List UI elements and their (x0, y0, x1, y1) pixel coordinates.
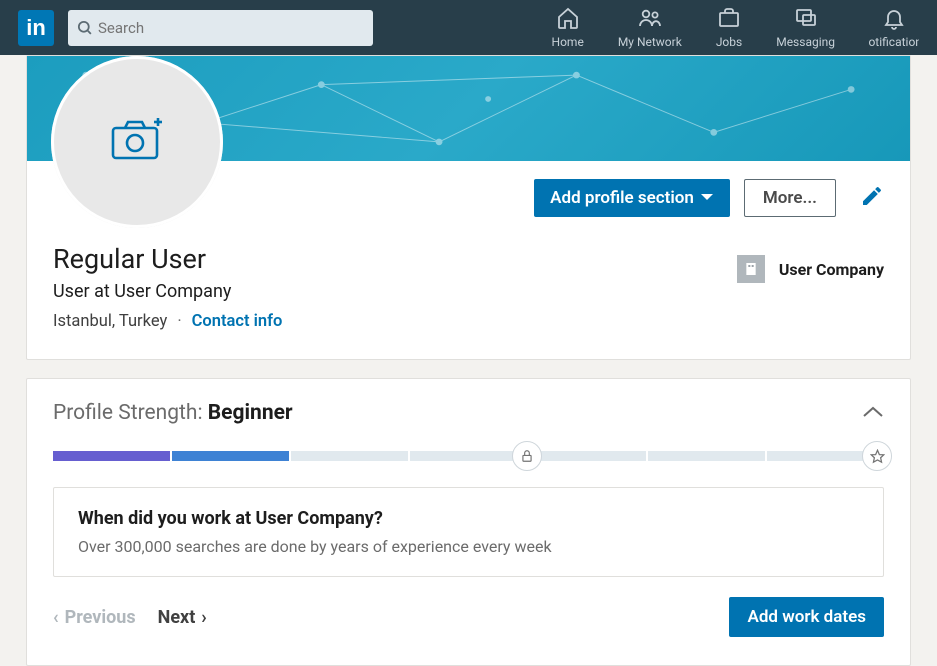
company-icon (737, 255, 765, 283)
profile-card: Add profile section More... User Company… (26, 55, 911, 360)
pencil-icon (860, 184, 884, 208)
more-button[interactable]: More... (744, 179, 836, 217)
profile-body: Add profile section More... User Company… (27, 161, 910, 359)
prompt-subtext: Over 300,000 searches are done by years … (78, 537, 859, 556)
nav-item-network[interactable]: My Network (618, 6, 682, 49)
strength-meter (53, 451, 884, 461)
next-label: Next (158, 607, 196, 628)
profile-headline: User at User Company (53, 281, 884, 302)
chevron-up-icon (862, 405, 884, 419)
lock-icon (520, 449, 534, 463)
meter-segment (648, 451, 765, 461)
lock-milestone (512, 441, 542, 471)
star-icon (870, 449, 885, 464)
network-icon (638, 6, 662, 33)
meter-segment (291, 451, 408, 461)
nav-item-home[interactable]: Home (552, 6, 584, 49)
top-nav: in Home My Network Jobs Messaging Notifi… (0, 0, 937, 55)
profile-strength-card: Profile Strength: Beginner When did you … (26, 378, 911, 666)
strength-level: Beginner (208, 401, 293, 425)
nav-label: Jobs (716, 35, 742, 49)
avatar-placeholder[interactable] (51, 56, 223, 228)
nav-item-jobs[interactable]: Jobs (716, 6, 742, 49)
bell-icon (882, 6, 906, 33)
home-icon (556, 6, 580, 33)
chevron-left-icon: ‹ (53, 607, 59, 628)
company-name: User Company (779, 260, 884, 279)
nav-item-notifications[interactable]: Notifications (869, 6, 919, 49)
prompt-question: When did you work at User Company? (78, 508, 859, 529)
jobs-icon (717, 6, 741, 33)
strength-title: Profile Strength: Beginner (53, 401, 293, 425)
caret-down-icon (700, 188, 714, 208)
button-label: Add work dates (747, 607, 866, 627)
contact-info-link[interactable]: Contact info (192, 312, 283, 331)
collapse-button[interactable] (862, 404, 884, 423)
strength-footer: ‹ Previous Next › Add work dates (53, 597, 884, 637)
strength-header: Profile Strength: Beginner (53, 401, 884, 425)
profile-location: Istanbul, Turkey (53, 312, 167, 331)
previous-button: ‹ Previous (53, 607, 136, 628)
location-row: Istanbul, Turkey · Contact info (53, 312, 884, 331)
nav-label: Home (552, 35, 584, 49)
messaging-icon (794, 6, 818, 33)
strength-prefix: Profile Strength: (53, 401, 208, 425)
search-input[interactable] (98, 19, 363, 37)
logo-text: in (26, 15, 46, 41)
meter-segment (172, 451, 289, 461)
strength-prompt: When did you work at User Company? Over … (53, 487, 884, 577)
meter-segment (410, 451, 527, 461)
star-milestone (862, 441, 892, 471)
nav-label: My Network (618, 35, 682, 49)
prev-label: Previous (65, 607, 136, 628)
strength-nav: ‹ Previous Next › (53, 607, 207, 628)
chevron-right-icon: › (201, 607, 206, 628)
button-label: More... (763, 188, 817, 208)
search-box[interactable] (68, 10, 373, 46)
nav-label: Messaging (776, 35, 835, 49)
separator-dot: · (177, 312, 181, 331)
nav-item-messaging[interactable]: Messaging (776, 6, 835, 49)
add-work-dates-button[interactable]: Add work dates (729, 597, 884, 637)
nav-label: Notifications (869, 35, 919, 49)
company-snapshot[interactable]: User Company (737, 255, 884, 283)
camera-icon (110, 118, 164, 166)
button-label: Add profile section (550, 188, 694, 208)
linkedin-logo[interactable]: in (18, 10, 54, 46)
meter-segment (529, 451, 646, 461)
add-profile-section-button[interactable]: Add profile section (534, 179, 730, 217)
next-button[interactable]: Next › (158, 607, 207, 628)
meter-segment (53, 451, 170, 461)
search-icon (76, 19, 93, 40)
edit-profile-button[interactable] (860, 184, 884, 212)
main-column: Add profile section More... User Company… (0, 55, 937, 666)
nav-items: Home My Network Jobs Messaging Notificat… (552, 6, 919, 49)
